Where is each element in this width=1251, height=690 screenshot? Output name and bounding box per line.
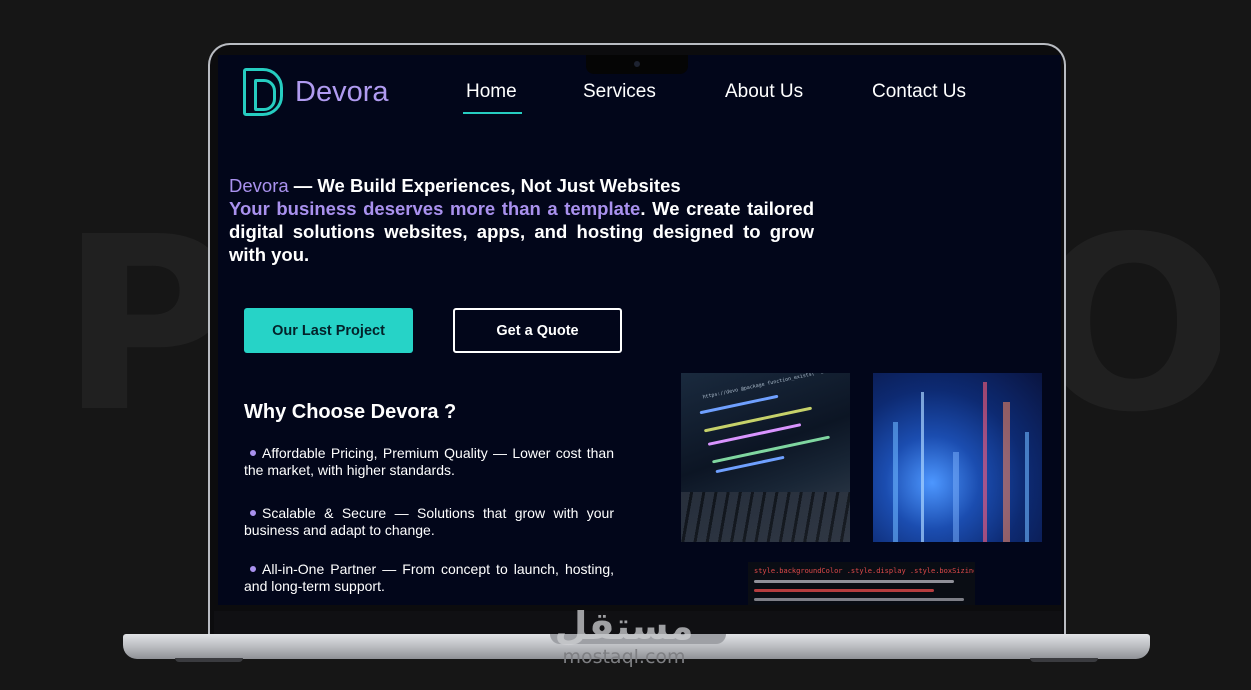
laptop-screen: Devora Home Services About Us Contact Us… <box>218 55 1061 605</box>
code-line <box>754 580 954 583</box>
light-bar <box>893 422 898 542</box>
nav-active-indicator <box>463 112 522 114</box>
laptop-foot-right <box>1030 658 1098 662</box>
why-choose-title: Why Choose Devora ? <box>244 401 457 423</box>
light-bar <box>953 452 959 542</box>
get-a-quote-button[interactable]: Get a Quote <box>453 308 622 353</box>
code-line <box>754 598 964 601</box>
brand-name: Devora <box>295 75 389 108</box>
hero-brand: Devora <box>229 175 289 196</box>
camera-icon <box>634 61 640 67</box>
watermark: مستقل mostaql.com <box>549 605 699 667</box>
light-bar <box>983 382 987 542</box>
watermark-url: mostaql.com <box>562 646 686 668</box>
nav-about-us[interactable]: About Us <box>725 81 803 103</box>
light-bar <box>1003 402 1010 542</box>
css-snippet: style.backgroundColor .style.display .st… <box>754 567 974 575</box>
nav-contact-us[interactable]: Contact Us <box>872 81 966 103</box>
bullet-icon <box>250 450 256 456</box>
camera-notch <box>586 55 688 74</box>
code-line <box>703 406 813 433</box>
laptop-foot-left <box>175 658 243 662</box>
logo-d-icon <box>243 68 283 116</box>
showcase-stage: PORTFOLIO PAGE Devora Home Services Abou… <box>0 0 1251 690</box>
why-item-text: All-in-One Partner — From concept to lau… <box>244 561 614 594</box>
why-item-text: Scalable & Secure — Solutions that grow … <box>244 505 614 538</box>
why-item: Scalable & Secure — Solutions that grow … <box>244 505 614 539</box>
digital-bars-image <box>873 373 1042 542</box>
hero-accent: Your business deserves more than a templ… <box>229 198 641 219</box>
brand-logo[interactable]: Devora <box>243 68 389 116</box>
hero-headline: — We Build Experiences, Not Just Website… <box>288 175 681 196</box>
nav-services[interactable]: Services <box>583 81 656 103</box>
bullet-icon <box>250 566 256 572</box>
bullet-icon <box>250 510 256 516</box>
our-last-project-button[interactable]: Our Last Project <box>244 308 413 353</box>
hero-text: Devora — We Build Experiences, Not Just … <box>229 174 814 266</box>
why-item: Affordable Pricing, Premium Quality — Lo… <box>244 445 614 479</box>
why-item-text: Affordable Pricing, Premium Quality — Lo… <box>244 445 614 478</box>
code-laptop-image: https://devo @package function_exists( '… <box>681 373 850 542</box>
nav-home[interactable]: Home <box>466 81 517 103</box>
light-bar <box>921 392 924 542</box>
watermark-arabic: مستقل <box>554 604 694 648</box>
light-bar <box>1025 432 1029 542</box>
why-item: All-in-One Partner — From concept to lau… <box>244 561 614 595</box>
keyboard-visual <box>681 492 850 542</box>
code-line <box>754 589 934 592</box>
css-code-image: style.backgroundColor .style.display .st… <box>748 562 975 605</box>
